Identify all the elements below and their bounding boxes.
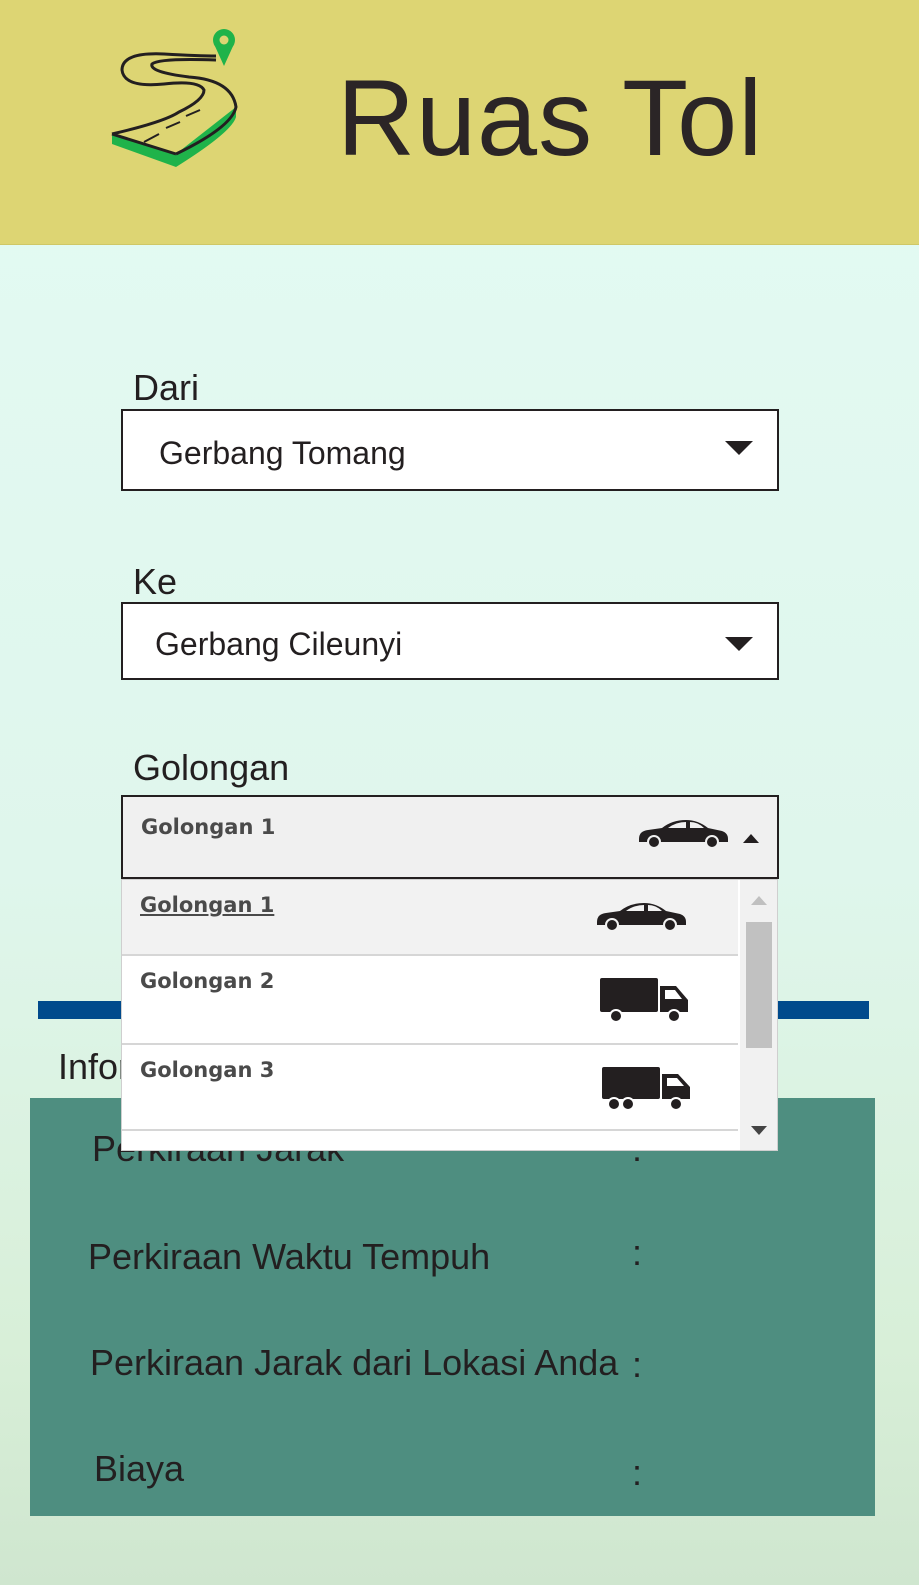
chevron-down-icon bbox=[725, 637, 753, 651]
class-select[interactable]: Golongan 1 bbox=[121, 795, 779, 879]
scrollbar-thumb[interactable] bbox=[746, 922, 772, 1048]
truck-double-axle-icon bbox=[602, 1067, 690, 1111]
road-pin-logo-icon bbox=[111, 29, 238, 167]
truck-icon bbox=[600, 978, 688, 1023]
info-panel: Perkiraan Jarak : Perkiraan Waktu Tempuh… bbox=[30, 1098, 875, 1516]
info-distance-from-location-label: Perkiraan Jarak dari Lokasi Anda bbox=[90, 1342, 619, 1383]
from-select-value: Gerbang Tomang bbox=[159, 435, 406, 471]
chevron-up-icon bbox=[743, 834, 759, 843]
class-option-2[interactable]: Golongan 2 bbox=[122, 956, 738, 1045]
class-dropdown-list: Golongan 1 Golongan 2 Golongan 3 bbox=[121, 879, 778, 1151]
info-cost-label: Biaya bbox=[94, 1448, 185, 1489]
class-option-label: Golongan 3 bbox=[140, 1058, 275, 1082]
class-option-1[interactable]: Golongan 1 bbox=[122, 880, 738, 956]
info-colon: : bbox=[632, 1344, 643, 1385]
scroll-down-arrow-icon[interactable] bbox=[751, 1126, 767, 1135]
car-icon bbox=[597, 903, 686, 932]
app-header: Ruas Tol bbox=[0, 0, 919, 245]
class-option-3[interactable]: Golongan 3 bbox=[122, 1045, 738, 1131]
from-label: Dari bbox=[133, 367, 200, 408]
to-label: Ke bbox=[133, 561, 178, 602]
to-select-value: Gerbang Cileunyi bbox=[155, 626, 403, 662]
info-section-label: Infor bbox=[58, 1046, 131, 1087]
to-select[interactable]: Gerbang Cileunyi bbox=[121, 602, 779, 680]
info-colon: : bbox=[632, 1452, 643, 1493]
class-option-label: Golongan 2 bbox=[140, 969, 275, 993]
class-select-value: Golongan 1 bbox=[141, 815, 276, 839]
from-select[interactable]: Gerbang Tomang bbox=[121, 409, 779, 491]
info-travel-time-label: Perkiraan Waktu Tempuh bbox=[88, 1236, 491, 1277]
scroll-up-arrow-icon[interactable] bbox=[751, 896, 767, 905]
info-colon: : bbox=[632, 1232, 643, 1273]
class-label: Golongan bbox=[133, 747, 290, 788]
car-icon bbox=[639, 820, 728, 849]
page-title: Ruas Tol bbox=[337, 57, 764, 178]
chevron-down-icon bbox=[725, 441, 753, 455]
dropdown-scrollbar[interactable] bbox=[740, 880, 777, 1150]
class-option-label: Golongan 1 bbox=[140, 893, 275, 917]
